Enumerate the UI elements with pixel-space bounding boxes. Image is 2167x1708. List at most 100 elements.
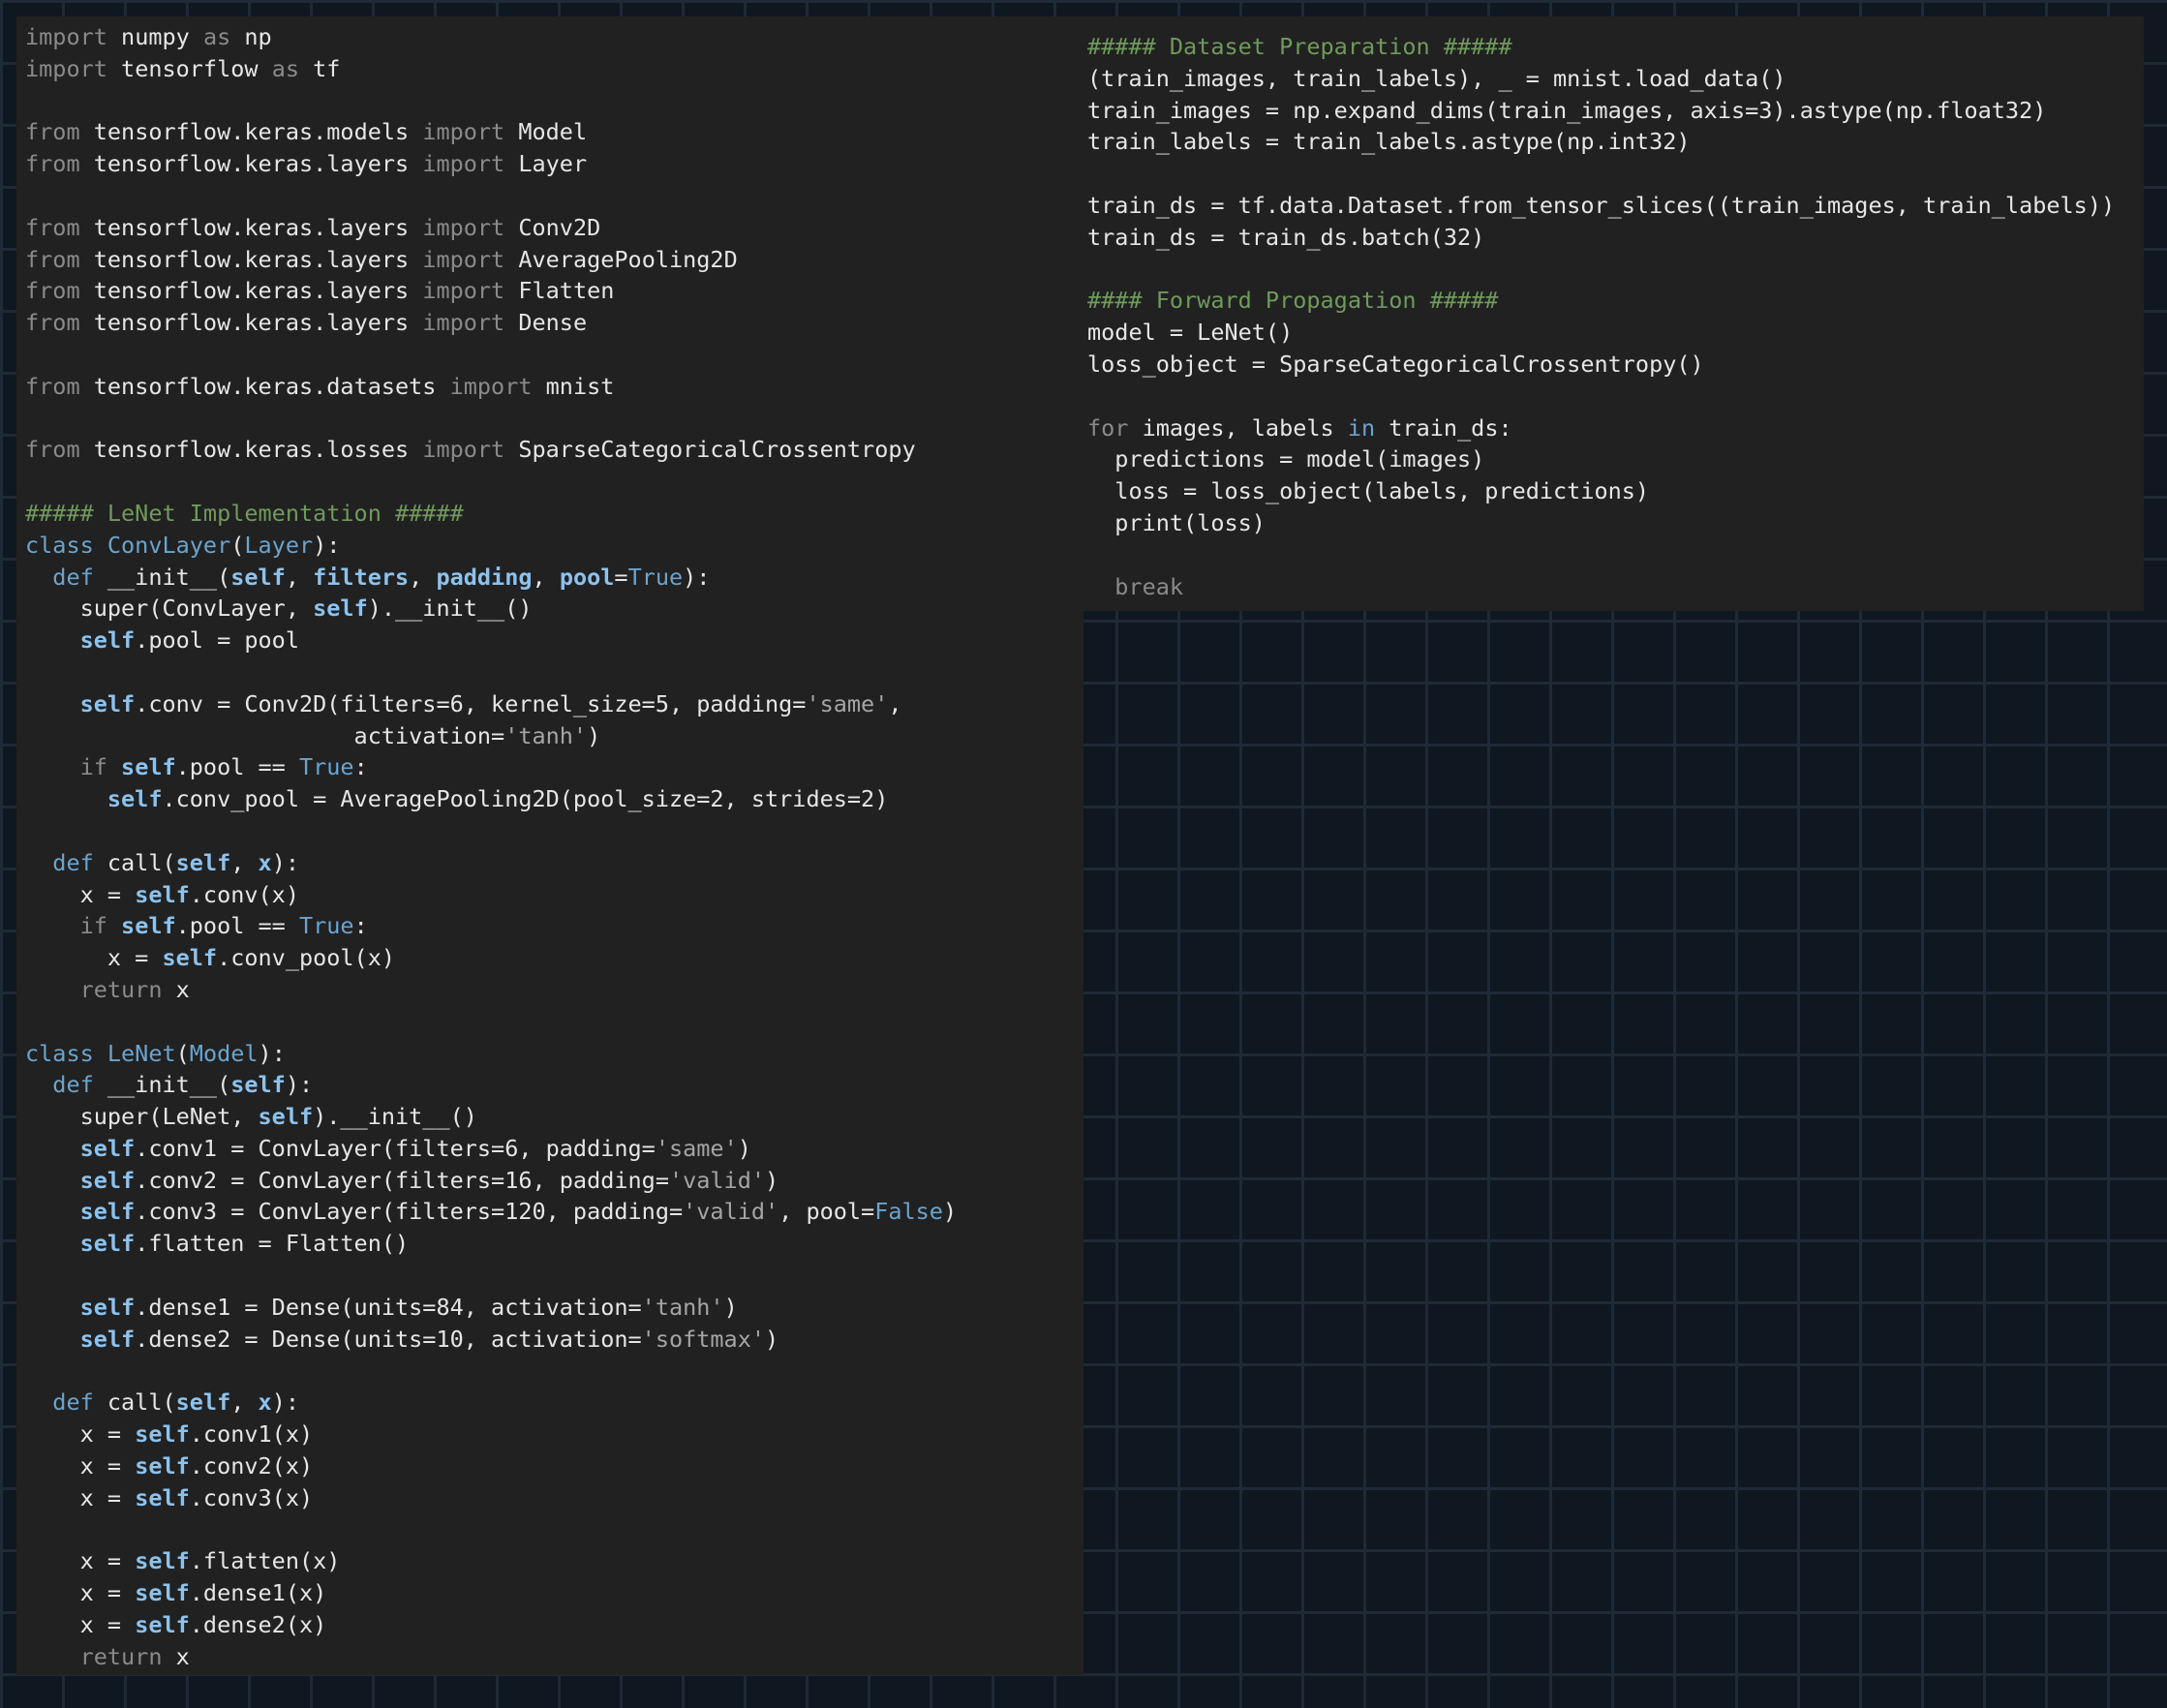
code-text: x =: [25, 1451, 136, 1479]
code-text: x =: [25, 1579, 136, 1607]
code-text: .conv3(x): [189, 1483, 314, 1511]
self-keyword: self: [175, 848, 231, 876]
code-text: .flatten = Flatten(): [135, 1230, 410, 1258]
keyword: ConvLayer: [107, 531, 231, 559]
code-text: train_ds = train_ds.batch(32): [1087, 223, 1485, 251]
code-text: .pool ==: [175, 912, 299, 940]
code-line: ##### LeNet Implementation #####: [16, 498, 1084, 530]
code-panel-training[interactable]: ##### Dataset Preparation ##### (train_im…: [1084, 16, 2144, 611]
keyword: from: [25, 436, 94, 464]
string-literal: 'same': [806, 689, 889, 717]
code-text: Flatten: [518, 277, 615, 305]
code-line: def call(self, x):: [16, 1387, 1084, 1418]
self-keyword: self: [230, 1071, 286, 1099]
code-text: .pool ==: [175, 753, 299, 781]
self-keyword: self: [230, 563, 286, 591]
code-text: images, labels: [1142, 413, 1348, 442]
code-line: activation='tanh'): [16, 720, 1084, 752]
code-text: ):: [258, 1039, 286, 1067]
self-keyword: self: [79, 626, 136, 655]
boolean: True: [298, 912, 354, 940]
self-keyword: self: [135, 1547, 190, 1575]
code-text: (: [230, 531, 245, 559]
code-line: train_images = np.expand_dims(train_imag…: [1084, 95, 2144, 127]
self-keyword: self: [107, 785, 163, 813]
code-line: x = self.flatten(x): [16, 1545, 1084, 1577]
keyword: import: [449, 372, 546, 400]
code-text: Conv2D: [518, 213, 601, 241]
keyword: import: [25, 23, 122, 50]
code-text: tensorflow.keras.layers: [93, 309, 423, 337]
self-keyword: self: [79, 1230, 136, 1258]
code-line: x = self.conv3(x): [16, 1482, 1084, 1514]
code-line: self.conv = Conv2D(filters=6, kernel_siz…: [16, 688, 1084, 720]
code-line: from tensorflow.keras.models import Mode…: [16, 116, 1084, 148]
self-keyword: self: [135, 1420, 190, 1449]
code-text: train_ds = tf.data.Dataset.from_tensor_s…: [1087, 191, 2116, 219]
code-line: loss = loss_object(labels, predictions): [1084, 475, 2144, 507]
code-text: ).__init__(): [367, 595, 533, 623]
code-line: self.dense1 = Dense(units=84, activation…: [16, 1292, 1084, 1324]
code-text: ):: [285, 1071, 314, 1099]
keyword: from: [25, 277, 94, 305]
code-text: Dense: [518, 309, 588, 337]
code-text: call(: [107, 848, 176, 876]
code-line: return x: [16, 974, 1084, 1006]
self-keyword: self: [79, 1293, 136, 1321]
boolean: True: [298, 753, 354, 781]
code-text: ):: [271, 1388, 299, 1417]
keyword: def: [52, 563, 107, 591]
keyword: in: [1347, 413, 1389, 442]
code-text: np: [244, 23, 272, 50]
code-text: call(: [107, 1388, 176, 1417]
parameter: filters: [313, 563, 410, 591]
keyword: def: [52, 848, 107, 876]
code-line: self.conv2 = ConvLayer(filters=16, paddi…: [16, 1165, 1084, 1197]
self-keyword: self: [79, 1325, 136, 1353]
code-text: ):: [683, 563, 711, 591]
code-line: super(ConvLayer, self).__init__(): [16, 593, 1084, 625]
self-keyword: self: [79, 689, 136, 717]
code-text: x: [175, 1642, 190, 1670]
code-line: train_labels = train_labels.astype(np.in…: [1084, 126, 2144, 158]
code-text: __init__(: [107, 563, 231, 591]
code-text: , pool=: [778, 1198, 875, 1226]
code-text: predictions = model(images): [1087, 445, 1485, 473]
code-text: print(loss): [1087, 508, 1266, 536]
code-text: activation=: [25, 721, 505, 749]
code-text: tensorflow.keras.layers: [93, 245, 423, 273]
code-line: from tensorflow.keras.losses import Spar…: [16, 434, 1084, 466]
code-line: for images, labels in train_ds:: [1084, 412, 2144, 444]
keyword: Layer: [244, 531, 314, 559]
code-text: ,: [409, 563, 437, 591]
code-text: train_labels = train_labels.astype(np.in…: [1087, 128, 1691, 156]
code-text: ,: [230, 1388, 259, 1417]
code-text: x =: [25, 1610, 136, 1638]
code-text: ): [765, 1325, 779, 1353]
self-keyword: self: [135, 1483, 190, 1511]
keyword: class: [25, 531, 107, 559]
code-text: .flatten(x): [189, 1547, 341, 1575]
code-line: x = self.dense2(x): [16, 1609, 1084, 1641]
code-line: from tensorflow.keras.datasets import mn…: [16, 371, 1084, 403]
code-panel-lenet[interactable]: import numpy as np import tensorflow as t…: [16, 16, 1084, 1675]
keyword: def: [52, 1388, 107, 1417]
code-line: class LeNet(Model):: [16, 1038, 1084, 1070]
code-line: from tensorflow.keras.layers import Flat…: [16, 275, 1084, 307]
code-text: ,: [532, 563, 560, 591]
code-text: x: [175, 975, 190, 1003]
code-text: tensorflow.keras.models: [93, 118, 423, 146]
string-literal: 'valid': [683, 1198, 779, 1226]
comment: ##### LeNet Implementation #####: [25, 499, 464, 527]
